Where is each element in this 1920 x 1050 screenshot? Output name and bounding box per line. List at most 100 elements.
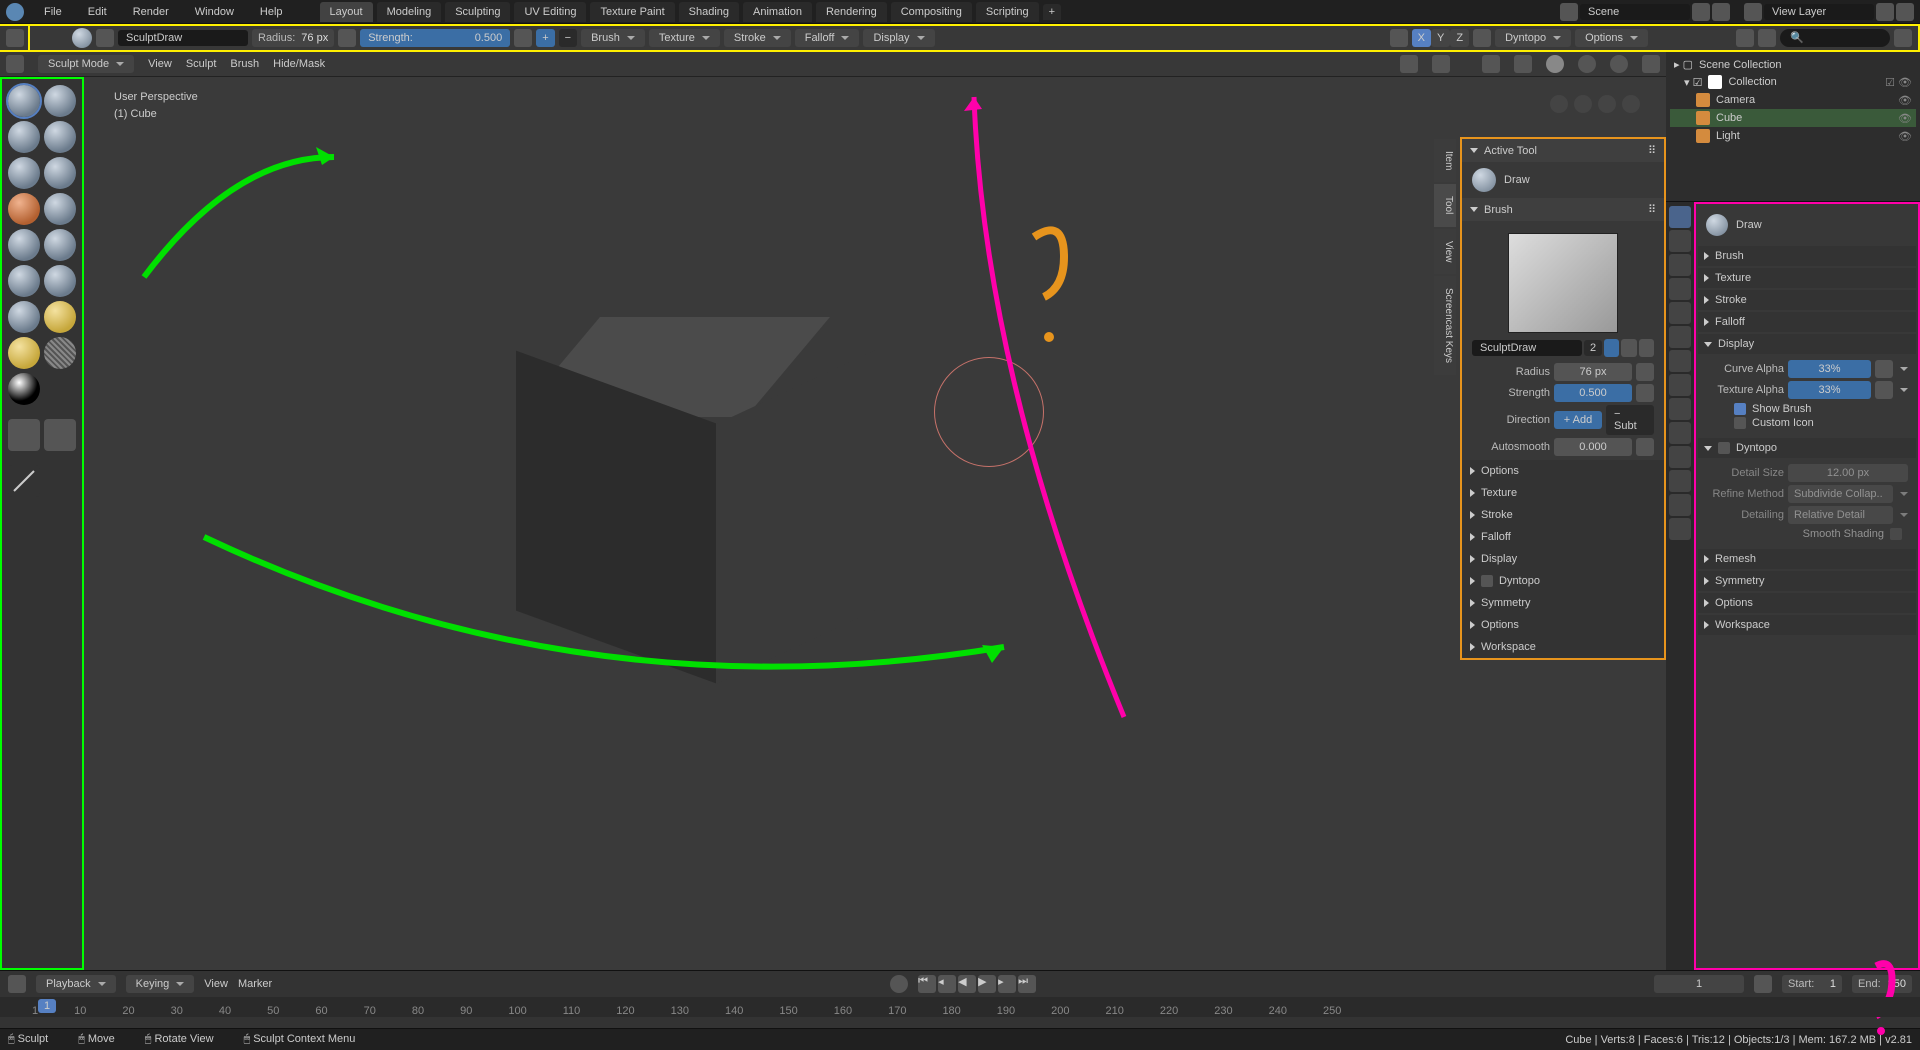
np-texture[interactable]: Texture (1462, 482, 1664, 504)
vtab-tool[interactable]: Tool (1434, 184, 1456, 226)
direction-subt[interactable]: − Subt (1606, 405, 1654, 435)
strength-pressure-icon[interactable] (514, 29, 532, 47)
tool-fill[interactable] (8, 265, 40, 297)
mode-dropdown[interactable]: Sculpt Mode (38, 55, 134, 73)
shading-solid-icon[interactable] (1546, 55, 1564, 73)
menu-edit[interactable]: Edit (76, 4, 119, 20)
outliner-filter-icon[interactable] (1894, 29, 1912, 47)
tab-animation[interactable]: Animation (743, 2, 812, 22)
prop-symmetry[interactable]: Symmetry (1698, 571, 1916, 591)
outliner-collection[interactable]: ▾ ☑Collection☑ 👁 (1670, 73, 1916, 91)
tool-flatten[interactable] (44, 229, 76, 261)
playback-menu[interactable]: Playback (36, 975, 116, 993)
menu-render[interactable]: Render (121, 4, 181, 20)
viewport-hand-icon[interactable] (1598, 95, 1616, 113)
autokey-button[interactable] (890, 975, 908, 993)
add-workspace-button[interactable]: + (1043, 4, 1061, 20)
jump-start-button[interactable]: ⏮ (918, 975, 936, 993)
view-layer-field[interactable]: View Layer (1764, 4, 1874, 20)
shading-dropdown-icon[interactable] (1642, 55, 1660, 73)
play-reverse-button[interactable]: ◀ (958, 975, 976, 993)
direction-subtract-button[interactable]: − (559, 29, 577, 47)
viewport-zoom-icon[interactable] (1622, 95, 1640, 113)
display-dropdown[interactable]: Display (863, 29, 934, 47)
timeline-view-menu[interactable]: View (204, 978, 228, 990)
ptab-output[interactable] (1669, 254, 1691, 276)
tab-shading[interactable]: Shading (679, 2, 739, 22)
layer-browse-icon[interactable] (1744, 3, 1762, 21)
brush-id-field[interactable]: SculptDraw (1472, 340, 1582, 356)
outliner-item-light[interactable]: Light👁 (1670, 127, 1916, 145)
ptab-render[interactable] (1669, 230, 1691, 252)
prop-options[interactable]: Options (1698, 593, 1916, 613)
brush-panel-header[interactable]: Brush⠿ (1462, 198, 1664, 221)
dyntopo-dropdown[interactable]: Dyntopo (1495, 29, 1571, 47)
tab-layout[interactable]: Layout (320, 2, 373, 22)
outliner-scene-collection[interactable]: ▸ ▢Scene Collection (1670, 56, 1916, 73)
brush-unlink-icon[interactable] (1639, 339, 1654, 357)
viewport-camera-icon[interactable] (1550, 95, 1568, 113)
prop-stroke[interactable]: Stroke (1698, 290, 1916, 310)
brush-menu[interactable]: Brush (230, 58, 259, 70)
ptab-modifiers[interactable] (1669, 374, 1691, 396)
prop-workspace[interactable]: Workspace (1698, 615, 1916, 635)
tool-annotate[interactable] (8, 465, 40, 497)
tab-uv-editing[interactable]: UV Editing (514, 2, 586, 22)
tab-sculpting[interactable]: Sculpting (445, 2, 510, 22)
outliner-editor-icon[interactable] (1736, 29, 1754, 47)
ptab-texture[interactable] (1669, 518, 1691, 540)
prop-dyntopo[interactable]: Dyntopo (1698, 438, 1916, 458)
vtab-view[interactable]: View (1434, 229, 1456, 275)
options-dropdown[interactable]: Options (1575, 29, 1648, 47)
brush-name-field[interactable]: SculptDraw (118, 30, 248, 46)
outliner-display-icon[interactable] (1758, 29, 1776, 47)
prop-brush[interactable]: Brush (1698, 246, 1916, 266)
jump-end-button[interactable]: ⏭ (1018, 975, 1036, 993)
brush-options-header[interactable]: Options (1462, 460, 1664, 482)
radius-pressure-icon[interactable] (338, 29, 356, 47)
texture-dropdown[interactable]: Texture (649, 29, 720, 47)
scene-name-field[interactable]: Scene (1580, 4, 1690, 20)
overlays-dropdown[interactable] (1432, 55, 1450, 73)
direction-add[interactable]: + Add (1554, 411, 1602, 429)
tab-compositing[interactable]: Compositing (891, 2, 972, 22)
brush-users[interactable]: 2 (1584, 340, 1602, 356)
np-falloff[interactable]: Falloff (1462, 526, 1664, 548)
shading-wire-icon[interactable] (1514, 55, 1532, 73)
np-options[interactable]: Options (1462, 614, 1664, 636)
curve-alpha-pin-icon[interactable] (1875, 360, 1893, 378)
xray-toggle[interactable] (1482, 55, 1500, 73)
current-frame-field[interactable]: 1 (1654, 975, 1744, 993)
tool-box-hide[interactable] (44, 419, 76, 451)
tab-rendering[interactable]: Rendering (816, 2, 887, 22)
vtab-screencast[interactable]: Screencast Keys (1434, 276, 1456, 375)
tool-layer[interactable] (8, 157, 40, 189)
ptab-tool[interactable] (1669, 206, 1691, 228)
timeline-marker-menu[interactable]: Marker (238, 978, 272, 990)
tool-snake-hook[interactable] (44, 337, 76, 369)
ptab-world[interactable] (1669, 326, 1691, 348)
refine-method-dropdown[interactable]: Subdivide Collap.. (1788, 485, 1893, 503)
viewport-video-icon[interactable] (1574, 95, 1592, 113)
np-workspace[interactable]: Workspace (1462, 636, 1664, 658)
shading-rendered-icon[interactable] (1610, 55, 1628, 73)
brush-fake-user-icon[interactable] (1604, 339, 1619, 357)
timeline-editor-icon[interactable] (8, 975, 26, 993)
vtab-item[interactable]: Item (1434, 139, 1456, 182)
layer-close-icon[interactable] (1896, 3, 1914, 21)
falloff-dropdown[interactable]: Falloff (795, 29, 860, 47)
custom-icon-checkbox[interactable] (1734, 417, 1746, 429)
keyframe-next-button[interactable]: ▸ (998, 975, 1016, 993)
strength-slider[interactable]: 0.500 (1554, 384, 1632, 402)
3d-viewport[interactable]: User Perspective (1) Cube X Y Z (84, 77, 1666, 970)
ptab-material[interactable] (1669, 494, 1691, 516)
tool-box-mask[interactable] (8, 419, 40, 451)
brush-thumbnail[interactable] (1508, 233, 1618, 333)
stroke-dropdown[interactable]: Stroke (724, 29, 791, 47)
hide-mask-menu[interactable]: Hide/Mask (273, 58, 325, 70)
editor-3dview-icon[interactable] (6, 55, 24, 73)
tab-scripting[interactable]: Scripting (976, 2, 1039, 22)
preview-range-button[interactable] (1754, 975, 1772, 993)
scene-new-icon[interactable] (1692, 3, 1710, 21)
tool-draw[interactable] (8, 85, 40, 117)
